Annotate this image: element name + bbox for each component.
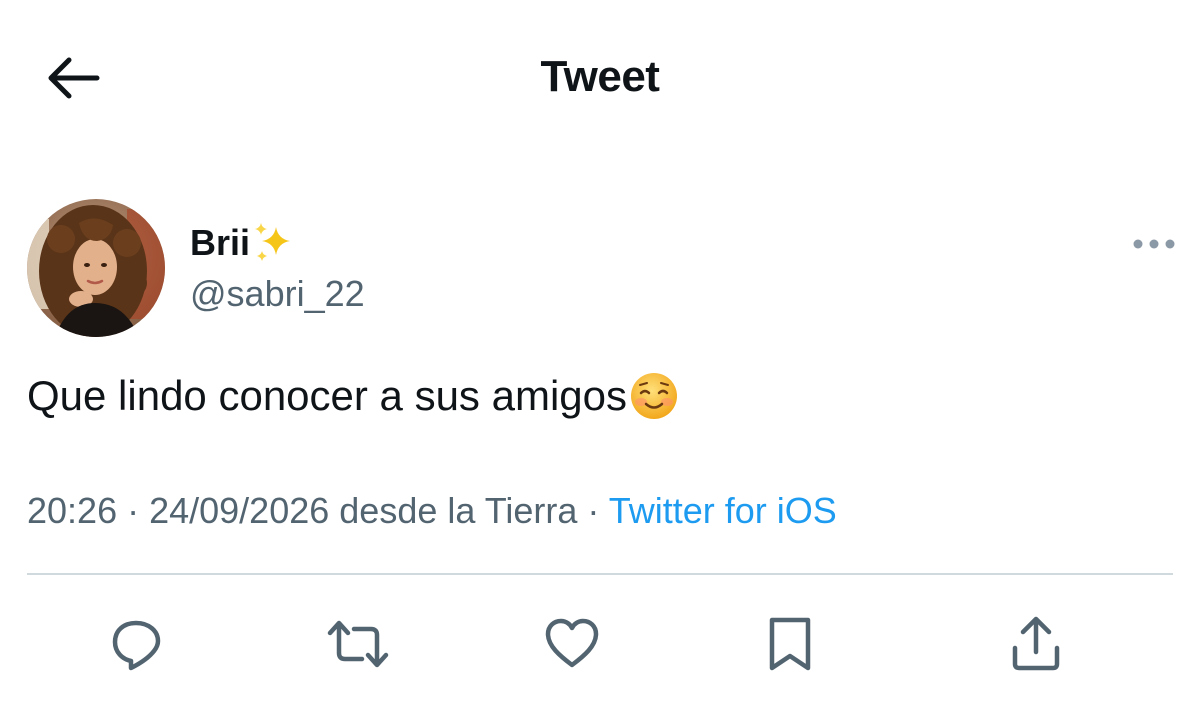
smiling-face-icon: [631, 373, 677, 419]
bookmark-button[interactable]: [754, 608, 826, 680]
more-horizontal-icon: [1133, 239, 1175, 249]
tweet-meta: 20:26 · 24/09/2026 desde la Tierra · Twi…: [27, 489, 837, 533]
retweet-icon: [327, 620, 389, 668]
like-button[interactable]: [536, 608, 608, 680]
meta-separator: ·: [117, 490, 150, 531]
share-button[interactable]: [1000, 608, 1072, 680]
tweet-text: Que lindo conocer a sus amigos: [27, 370, 680, 422]
retweet-button[interactable]: [322, 608, 394, 680]
author-handle[interactable]: @sabri_22: [190, 271, 365, 317]
author-display-name: Brii: [190, 222, 251, 263]
reply-icon: [112, 620, 161, 671]
tweet-text-content: Que lindo conocer a sus amigos: [27, 372, 627, 419]
tweet-location: desde la Tierra: [329, 490, 578, 531]
reply-button[interactable]: [100, 608, 172, 680]
avatar-photo: [27, 199, 165, 337]
like-icon: [545, 618, 599, 668]
tweet-time[interactable]: 20:26: [27, 490, 117, 531]
bookmark-icon: [769, 617, 811, 671]
sparkles-icon: [255, 223, 291, 261]
share-icon: [1012, 616, 1060, 671]
tweet-source-link[interactable]: Twitter for iOS: [609, 490, 837, 531]
more-options-button[interactable]: [1128, 224, 1180, 264]
divider: [27, 573, 1173, 575]
author-name[interactable]: Brii: [190, 220, 365, 266]
page-title: Tweet: [540, 52, 660, 101]
avatar[interactable]: [27, 199, 165, 337]
tweet-date[interactable]: 24/09/2026: [149, 490, 329, 531]
meta-separator: ·: [577, 490, 609, 531]
